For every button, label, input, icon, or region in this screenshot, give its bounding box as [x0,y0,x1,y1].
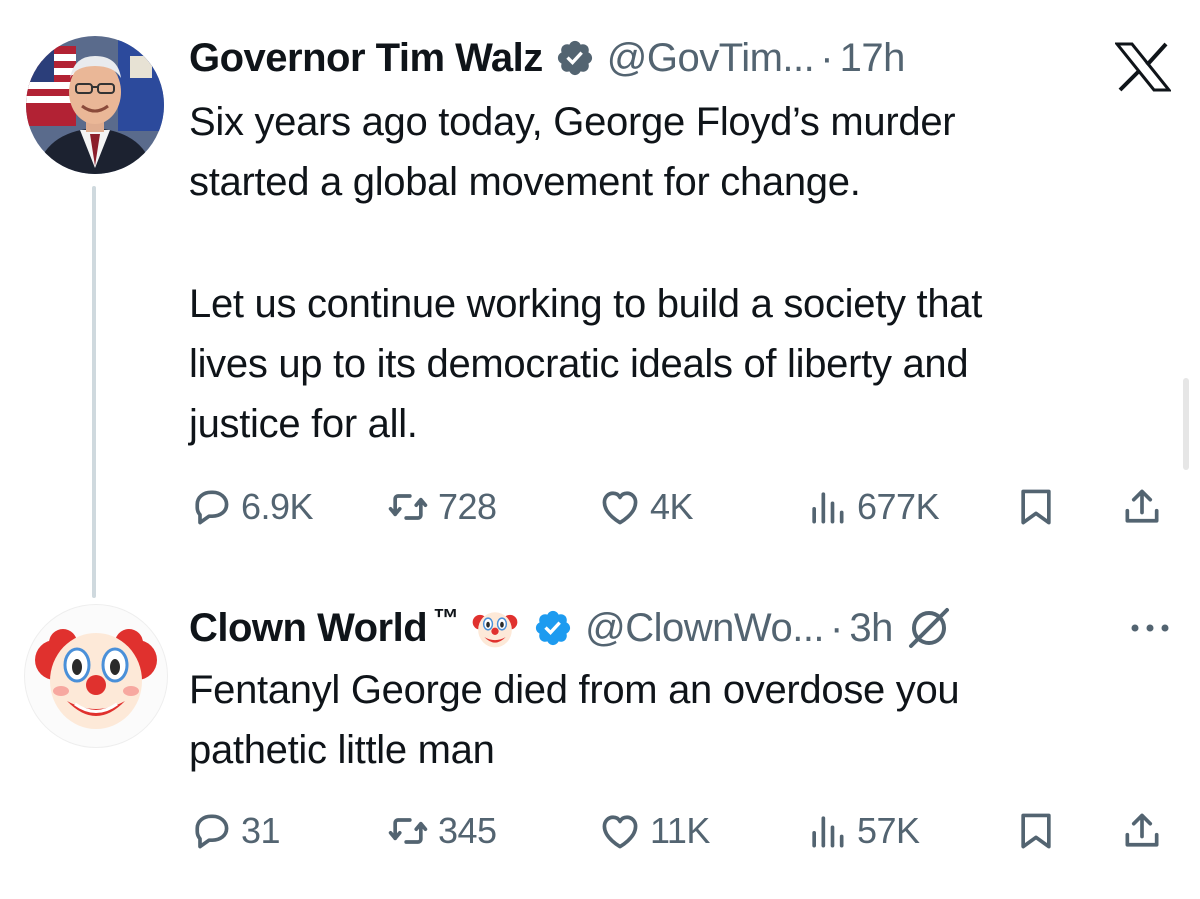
tweet1-reply-count: 6.9K [241,486,314,527]
tweet2-separator: · [830,606,844,650]
tweet1-text-line: started a global movement for change. [189,160,861,204]
views-icon [812,816,844,848]
share-icon [1125,489,1159,523]
tweet1-text-paragraph-2: Let us continue working to build a socie… [189,274,982,454]
tweet1-text-line: justice for all. [189,402,418,446]
clown-face-emoji [472,612,518,648]
tweet2-like-count: 11K [650,810,710,851]
tweet2-timestamp[interactable]: 3h [849,604,893,652]
tweet2-reply-button[interactable]: 31 [189,806,281,856]
tweet1-text-line: Six years ago today, George Floyd’s murd… [189,100,956,144]
tweet1-share-button[interactable] [1120,482,1164,532]
reply-icon [195,814,229,849]
tweet1-like-button[interactable]: 4K [598,482,694,532]
trademark-symbol: ™ [433,603,460,633]
avatar-tim-walz[interactable] [26,36,164,174]
more-icon[interactable] [1128,618,1172,638]
heart-icon [602,815,638,849]
tweet2-handle[interactable]: @ClownWo... [585,604,824,652]
reply-icon [195,490,229,525]
tweet2-repost-count: 345 [438,810,497,851]
tweet2-action-bar: 31 345 11K 57K [0,806,1200,856]
tweet1-text-line: lives up to its democratic ideals of lib… [189,342,969,386]
tweet2-reply-count: 31 [241,810,281,851]
tweet1-view-count: 677K [857,486,940,527]
tweet1-header: Governor Tim Walz @GovTim... · 17h [189,34,905,82]
repost-icon [388,818,428,844]
tweet1-author-name[interactable]: Governor Tim Walz [189,34,543,82]
tweet2-like-button[interactable]: 11K [598,806,710,856]
tweet1-text-line: Let us continue working to build a socie… [189,282,983,326]
repost-icon [388,494,428,520]
tweet2-text: Fentanyl George died from an overdose yo… [189,660,960,780]
tweet2-text-line: pathetic little man [189,728,495,772]
clown-face-emoji [35,629,157,729]
tweet1-repost-button[interactable]: 728 [386,482,497,532]
tweet2-repost-button[interactable]: 345 [386,806,497,856]
tweet1-views-button[interactable]: 677K [805,482,940,532]
tweet1-repost-count: 728 [438,486,497,527]
tweet2-header: Clown World ™ @ClownWo... · 3h [189,602,953,654]
tweet1-bookmark-button[interactable] [1014,482,1058,532]
verified-badge-icon[interactable] [555,38,595,78]
views-icon [812,492,844,524]
scrollbar[interactable] [1183,378,1189,470]
tweet1-handle[interactable]: @GovTim... [607,34,815,82]
tweet1-reply-button[interactable]: 6.9K [189,482,314,532]
tweet2-view-count: 57K [857,810,920,851]
tweet1-like-count: 4K [650,486,694,527]
share-icon [1125,813,1159,847]
thread-connector-line [92,186,96,598]
tweet2-share-button[interactable] [1120,806,1164,856]
x-logo-icon [1115,42,1171,92]
tweet1-separator: · [820,36,834,80]
tweet2-text-line: Fentanyl George died from an overdose yo… [189,668,960,712]
bookmark-icon [1021,813,1051,849]
avatar-tim-walz-photo [26,36,164,174]
tweet1-timestamp[interactable]: 17h [840,34,906,82]
grok-icon[interactable] [905,604,953,652]
heart-icon [602,491,638,525]
tweet2-views-button[interactable]: 57K [805,806,920,856]
verified-badge-icon[interactable] [533,608,573,648]
bookmark-icon [1021,489,1051,525]
tweet2-bookmark-button[interactable] [1014,806,1058,856]
avatar-clown-world[interactable] [24,604,168,748]
tweet1-text-paragraph-1: Six years ago today, George Floyd’s murd… [189,92,956,212]
tweet1-action-bar: 6.9K 728 4K 677K [0,482,1200,532]
tweet2-author-name[interactable]: Clown World [189,604,428,652]
